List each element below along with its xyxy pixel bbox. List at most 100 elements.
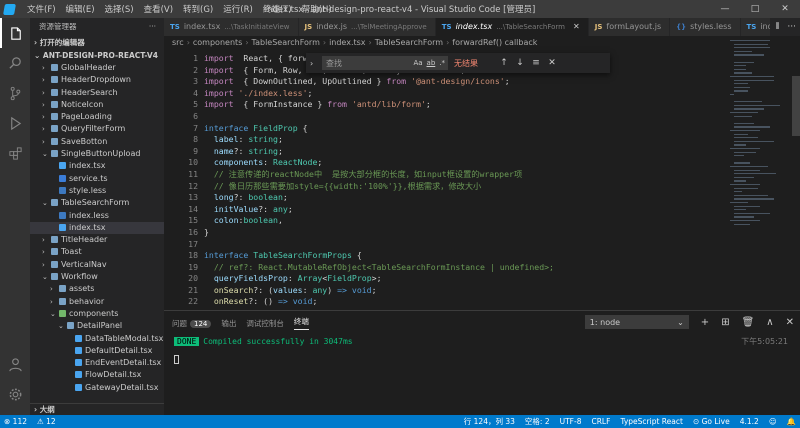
project-section[interactable]: ⌄ ANT-DESIGN-PRO-REACT-V4	[30, 49, 164, 62]
menu-item[interactable]: 转到(G)	[178, 3, 218, 15]
close-panel-button[interactable]: ✕	[786, 317, 794, 328]
scrollbar-thumb[interactable]	[792, 76, 800, 136]
terminal-output[interactable]: DONE Compiled successfully in 3047ms 下午5:…	[164, 335, 800, 367]
tree-item[interactable]: EndEventDetail.tsx	[30, 357, 164, 369]
tab-styles-less[interactable]: {} styles.less	[670, 18, 741, 36]
next-match-button[interactable]: ↓	[514, 58, 526, 68]
explorer-more-button[interactable]: ···	[149, 18, 156, 36]
code-line[interactable]: queryFieldsProp: Array<FieldProp>;	[204, 273, 724, 285]
extensions-icon[interactable]	[0, 138, 30, 168]
menu-item[interactable]: 终端(T)	[258, 3, 297, 15]
find-input[interactable]: 查找 Aa ab .*	[322, 56, 448, 70]
tree-item[interactable]: DataTableModal.tsx	[30, 333, 164, 345]
menu-item[interactable]: 运行(R)	[218, 3, 258, 15]
tree-item[interactable]: DefaultDetail.tsx	[30, 345, 164, 357]
code-line[interactable]: components: ReactNode;	[204, 157, 724, 169]
indentation[interactable]: 空格: 2	[525, 415, 550, 428]
code-line[interactable]: // 注意传递的reactNode中 是按大部分框的长度，如input框设置的w…	[204, 169, 724, 181]
warnings-indicator[interactable]: ⚠ 12	[37, 415, 56, 428]
tree-item[interactable]: › TitleHeader	[30, 234, 164, 246]
close-find-button[interactable]: ✕	[546, 58, 558, 68]
split-editor-button[interactable]: ⫴	[776, 22, 780, 32]
code-line[interactable]: interface TableSearchFormProps {	[204, 250, 724, 262]
menu-item[interactable]: 选择(S)	[100, 3, 139, 15]
code-line[interactable]	[204, 239, 724, 251]
match-case-button[interactable]: Aa	[413, 59, 422, 67]
code-line[interactable]: import './index.less';	[204, 88, 724, 100]
tree-item[interactable]: › behavior	[30, 296, 164, 308]
search-icon[interactable]	[0, 48, 30, 78]
code-editor[interactable]: 1 2 3 4 5 6 7 8 9 10 11 12 13 14 15 16 17 18 19 20 21 22 impo…	[164, 50, 800, 310]
account-icon[interactable]	[0, 349, 30, 379]
code-line[interactable]: interface FieldProp {	[204, 123, 724, 135]
outline-section[interactable]: › 大纲	[30, 403, 164, 415]
tree-item[interactable]: › Toast	[30, 246, 164, 258]
tree-item[interactable]: › NoticeIcon	[30, 99, 164, 111]
match-word-button[interactable]: ab	[427, 59, 436, 67]
tab-index-tsx[interactable]: TS index.tsx ...\TaskInitiateView	[164, 18, 299, 36]
tree-item[interactable]: GatewayDetail.tsx	[30, 382, 164, 394]
code-line[interactable]: // 像日历那些需要加style={{width:'100%'}},根据需求，修…	[204, 181, 724, 193]
breadcrumb-item[interactable]: components	[193, 38, 242, 47]
find-in-selection-button[interactable]: ≡	[530, 58, 542, 68]
code-line[interactable]: long?: boolean;	[204, 192, 724, 204]
maximize-panel-button[interactable]: ∧	[766, 317, 773, 328]
tree-item[interactable]: service.ts	[30, 173, 164, 185]
tab-formLayout-js[interactable]: JS formLayout.js	[588, 18, 671, 36]
breadcrumb-item[interactable]: forwardRef() callback	[452, 38, 537, 47]
code-line[interactable]: initValue?: any;	[204, 204, 724, 216]
panel-tab-3[interactable]: 终端	[293, 316, 309, 330]
menu-item[interactable]: 文件(F)	[22, 3, 61, 15]
tree-item[interactable]: index.tsx	[30, 221, 164, 235]
breadcrumb-item[interactable]: TableSearchForm	[375, 38, 443, 47]
tree-item[interactable]: › SaveBotton	[30, 136, 164, 148]
panel-tab-1[interactable]: 输出	[221, 318, 236, 329]
menu-item[interactable]: 编辑(E)	[61, 3, 100, 15]
code-line[interactable]: }	[204, 227, 724, 239]
close-window-button[interactable]: ✕	[770, 0, 800, 18]
tree-item[interactable]: › QueryFilterForm	[30, 123, 164, 135]
code-line[interactable]: import { FormInstance } from 'antd/lib/f…	[204, 99, 724, 111]
code-line[interactable]: label: string;	[204, 134, 724, 146]
kill-terminal-button[interactable]: 🗑	[742, 317, 755, 328]
tree-item[interactable]: index.tsx	[30, 160, 164, 172]
tree-item[interactable]: ⌄ DetailPanel	[30, 320, 164, 332]
source-control-icon[interactable]	[0, 78, 30, 108]
more-actions-button[interactable]: ···	[787, 22, 796, 32]
minimap[interactable]	[728, 36, 792, 310]
maximize-button[interactable]: □	[740, 0, 770, 18]
explorer-icon[interactable]	[0, 18, 30, 48]
code-line[interactable]	[204, 111, 724, 123]
panel-tab-2[interactable]: 调试控制台	[246, 318, 284, 329]
menu-item[interactable]: 帮助(H)	[297, 3, 337, 15]
open-editors-section[interactable]: › 打开的编辑器	[30, 36, 164, 49]
code-line[interactable]: // ref?: React.MutableRefObject<TableSea…	[204, 262, 724, 274]
tree-item[interactable]: › HeaderSearch	[30, 87, 164, 99]
go-live-button[interactable]: ⊙ Go Live	[693, 415, 730, 428]
tree-item[interactable]: index.less	[30, 210, 164, 222]
tree-item[interactable]: › assets	[30, 283, 164, 295]
terminal-select[interactable]: 1: node ⌄	[584, 315, 689, 329]
new-terminal-button[interactable]: +	[701, 317, 709, 328]
tree-item[interactable]: › VerticalNav	[30, 259, 164, 271]
tree-item[interactable]: › GlobalHeader	[30, 62, 164, 74]
toggle-replace-icon[interactable]: ›	[310, 59, 318, 68]
tree-item[interactable]: › PageLoading	[30, 111, 164, 123]
tree-item[interactable]: ⌄ TableSearchForm	[30, 197, 164, 209]
code-line[interactable]: colon:boolean,	[204, 215, 724, 227]
minimize-button[interactable]: —	[710, 0, 740, 18]
prev-match-button[interactable]: ↑	[498, 58, 510, 68]
encoding[interactable]: UTF-8	[560, 415, 582, 428]
breadcrumb-item[interactable]: TableSearchForm	[252, 38, 320, 47]
tab-index-js[interactable]: JS index.js ...\TelMeetingApprove	[298, 18, 436, 36]
close-tab-icon[interactable]: ✕	[573, 18, 580, 36]
tree-item[interactable]: ⌄ SingleButtonUpload	[30, 148, 164, 160]
breadcrumb-item[interactable]: src	[172, 38, 184, 47]
notifications-bell-icon[interactable]: 🔔	[787, 415, 796, 428]
tree-item[interactable]: ⌄ components	[30, 308, 164, 320]
breadcrumb-item[interactable]: index.tsx	[329, 38, 365, 47]
language-mode[interactable]: TypeScript React	[620, 415, 683, 428]
run-debug-icon[interactable]	[0, 108, 30, 138]
code-line[interactable]: onReset?: () => void;	[204, 296, 724, 308]
regex-button[interactable]: .*	[439, 59, 445, 67]
